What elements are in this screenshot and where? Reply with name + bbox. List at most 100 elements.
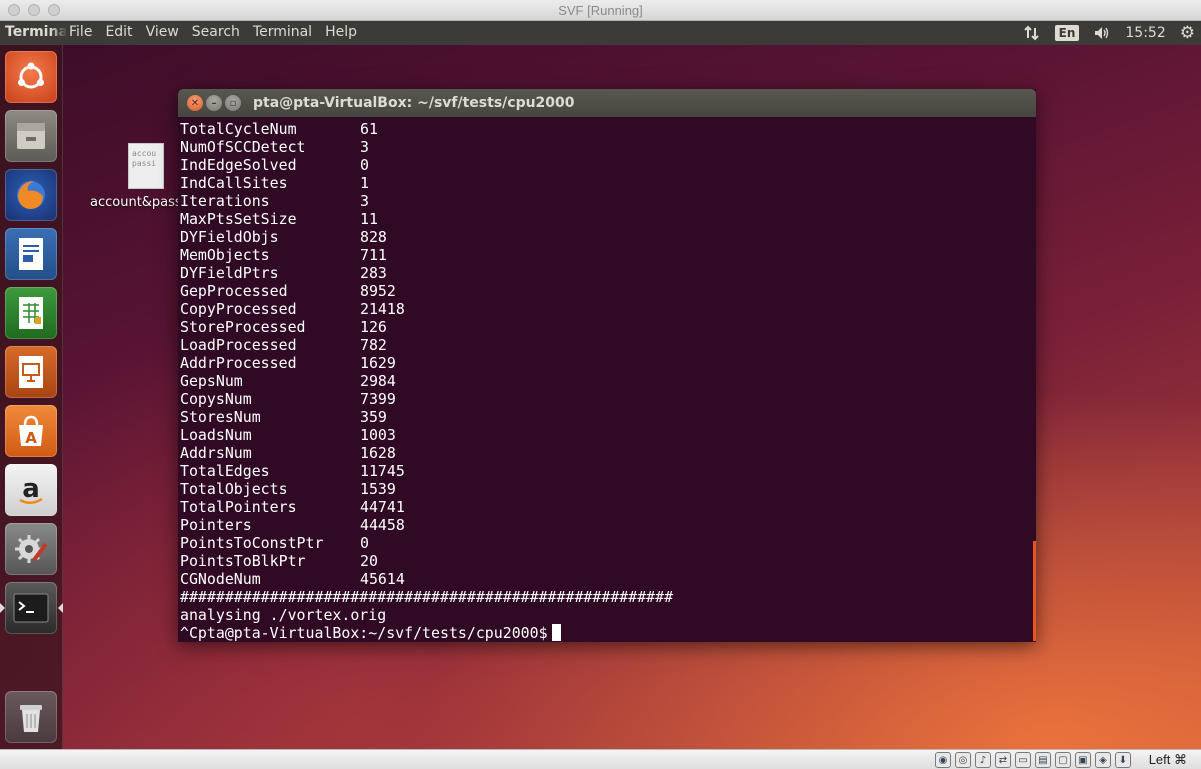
trash-icon[interactable]	[5, 691, 57, 743]
network-arrows-icon[interactable]	[1023, 25, 1041, 41]
close-button[interactable]: ✕	[187, 95, 203, 111]
audio-icon[interactable]: ♪	[975, 752, 991, 768]
stat-row: GepsNum 2984	[180, 372, 1036, 390]
system-settings-icon[interactable]	[5, 523, 57, 575]
stat-value: 1629	[360, 354, 396, 372]
keyboard-lang: En	[1054, 25, 1080, 41]
stat-name: PointsToConstPtr	[180, 534, 324, 552]
stat-value: 2984	[360, 372, 396, 390]
stat-name: DYFieldPtrs	[180, 264, 279, 282]
stat-value: 11745	[360, 462, 405, 480]
stat-name: GepProcessed	[180, 282, 288, 300]
stat-name: StoreProcessed	[180, 318, 306, 336]
stat-row: IndCallSites 1	[180, 174, 1036, 192]
menu-bar: File Edit View Search Terminal Help	[69, 24, 370, 40]
host-window-title: SVF [Running]	[558, 3, 643, 18]
stat-value: 44741	[360, 498, 405, 516]
scrollbar-indicator[interactable]	[1033, 541, 1036, 641]
stat-name: TotalPointers	[180, 498, 297, 516]
keyboard-layout-indicator[interactable]: En	[1054, 25, 1080, 41]
maximize-icon: ▫	[229, 97, 237, 109]
virtualbox-statusbar: ◉ ◎ ♪ ⇄ ▭ ▤ ▢ ▣ ◈ ⬇ Left ⌘	[0, 749, 1201, 769]
software-center-icon[interactable]: A	[5, 405, 57, 457]
stat-value: 283	[360, 264, 387, 282]
libreoffice-writer-icon[interactable]	[5, 228, 57, 280]
clock[interactable]: 15:52	[1125, 25, 1165, 41]
top-panel: Terminal File Edit View Search Terminal …	[0, 21, 1201, 45]
maximize-button[interactable]: ▫	[225, 95, 241, 111]
libreoffice-calc-icon[interactable]	[5, 287, 57, 339]
stat-name: TotalEdges	[180, 462, 270, 480]
host-key-label: Left ⌘	[1148, 752, 1187, 767]
stat-name: DYFieldObjs	[180, 228, 279, 246]
stat-value: 8952	[360, 282, 396, 300]
stat-value: 828	[360, 228, 387, 246]
svg-text:a: a	[22, 474, 40, 504]
stat-value: 359	[360, 408, 387, 426]
hard-disk-icon[interactable]: ◉	[935, 752, 951, 768]
stat-value: 1	[360, 174, 369, 192]
terminal-title: pta@pta-VirtualBox: ~/svf/tests/cpu2000	[253, 95, 575, 111]
stat-row: CopysNum 7399	[180, 390, 1036, 408]
stat-row: TotalCycleNum 61	[180, 120, 1036, 138]
stat-value: 21418	[360, 300, 405, 318]
prompt-line[interactable]: ^Cpta@pta-VirtualBox:~/svf/tests/cpu2000…	[180, 624, 1036, 642]
display-icon[interactable]: ▢	[1055, 752, 1071, 768]
stat-value: 1628	[360, 444, 396, 462]
unity-launcher: A a	[0, 45, 63, 749]
stat-name: CGNodeNum	[180, 570, 261, 588]
menu-file[interactable]: File	[69, 24, 99, 40]
terminal-icon[interactable]	[5, 582, 57, 634]
menu-view[interactable]: View	[146, 24, 186, 40]
focused-indicator-right	[58, 603, 63, 613]
stat-name: MaxPtsSetSize	[180, 210, 297, 228]
stat-value: 0	[360, 156, 369, 174]
shared-folder-icon[interactable]: ▤	[1035, 752, 1051, 768]
terminal-output[interactable]: TotalCycleNum 61 NumOfSCCDetect 3 IndEdgeSol…	[178, 117, 1036, 642]
menu-help[interactable]: Help	[325, 24, 364, 40]
volume-icon[interactable]	[1093, 25, 1111, 41]
stat-name: Iterations	[180, 192, 270, 210]
app-name-fade	[50, 21, 68, 45]
stat-row: AddrProcessed 1629	[180, 354, 1036, 372]
stat-row: DYFieldObjs 828	[180, 228, 1036, 246]
stat-name: CopyProcessed	[180, 300, 297, 318]
video-capture-icon[interactable]: ▣	[1075, 752, 1091, 768]
gear-icon[interactable]: ⚙	[1180, 23, 1195, 43]
mouse-integration-icon[interactable]: ⬇	[1115, 752, 1131, 768]
stat-value: 1003	[360, 426, 396, 444]
stat-row: TotalEdges 11745	[180, 462, 1036, 480]
menu-edit[interactable]: Edit	[105, 24, 139, 40]
stat-row: CopyProcessed 21418	[180, 300, 1036, 318]
terminal-titlebar[interactable]: ✕ – ▫ pta@pta-VirtualBox: ~/svf/tests/cp…	[178, 89, 1036, 117]
menu-terminal[interactable]: Terminal	[253, 24, 319, 40]
indicator-area: En 15:52 ⚙	[1023, 21, 1201, 45]
dash-home-icon[interactable]	[5, 51, 57, 103]
stat-value: 3	[360, 138, 369, 156]
network-icon[interactable]: ⇄	[995, 752, 1011, 768]
amazon-icon[interactable]: a	[5, 464, 57, 516]
optical-drive-icon[interactable]: ◎	[955, 752, 971, 768]
ubuntu-desktop: Terminal File Edit View Search Terminal …	[0, 21, 1201, 749]
stat-name: CopysNum	[180, 390, 252, 408]
stat-value: 44458	[360, 516, 405, 534]
firefox-icon[interactable]	[5, 169, 57, 221]
libreoffice-impress-icon[interactable]	[5, 346, 57, 398]
files-icon[interactable]	[5, 110, 57, 162]
menu-search[interactable]: Search	[192, 24, 247, 40]
stat-name: AddrProcessed	[180, 354, 297, 372]
stat-value: 45614	[360, 570, 405, 588]
stat-name: IndCallSites	[180, 174, 288, 192]
stat-row: PointsToBlkPtr 20	[180, 552, 1036, 570]
stat-name: LoadProcessed	[180, 336, 297, 354]
stat-name: TotalObjects	[180, 480, 288, 498]
usb-icon[interactable]: ▭	[1015, 752, 1031, 768]
stat-row: StoresNum 359	[180, 408, 1036, 426]
svg-text:A: A	[25, 429, 37, 447]
minimize-button[interactable]: –	[206, 95, 222, 111]
terminal-window[interactable]: ✕ – ▫ pta@pta-VirtualBox: ~/svf/tests/cp…	[178, 89, 1036, 642]
stat-value: 11	[360, 210, 378, 228]
desktop-file-label: account&pass	[90, 195, 182, 210]
cpu-icon[interactable]: ◈	[1095, 752, 1111, 768]
host-window-titlebar: SVF [Running]	[0, 0, 1201, 21]
